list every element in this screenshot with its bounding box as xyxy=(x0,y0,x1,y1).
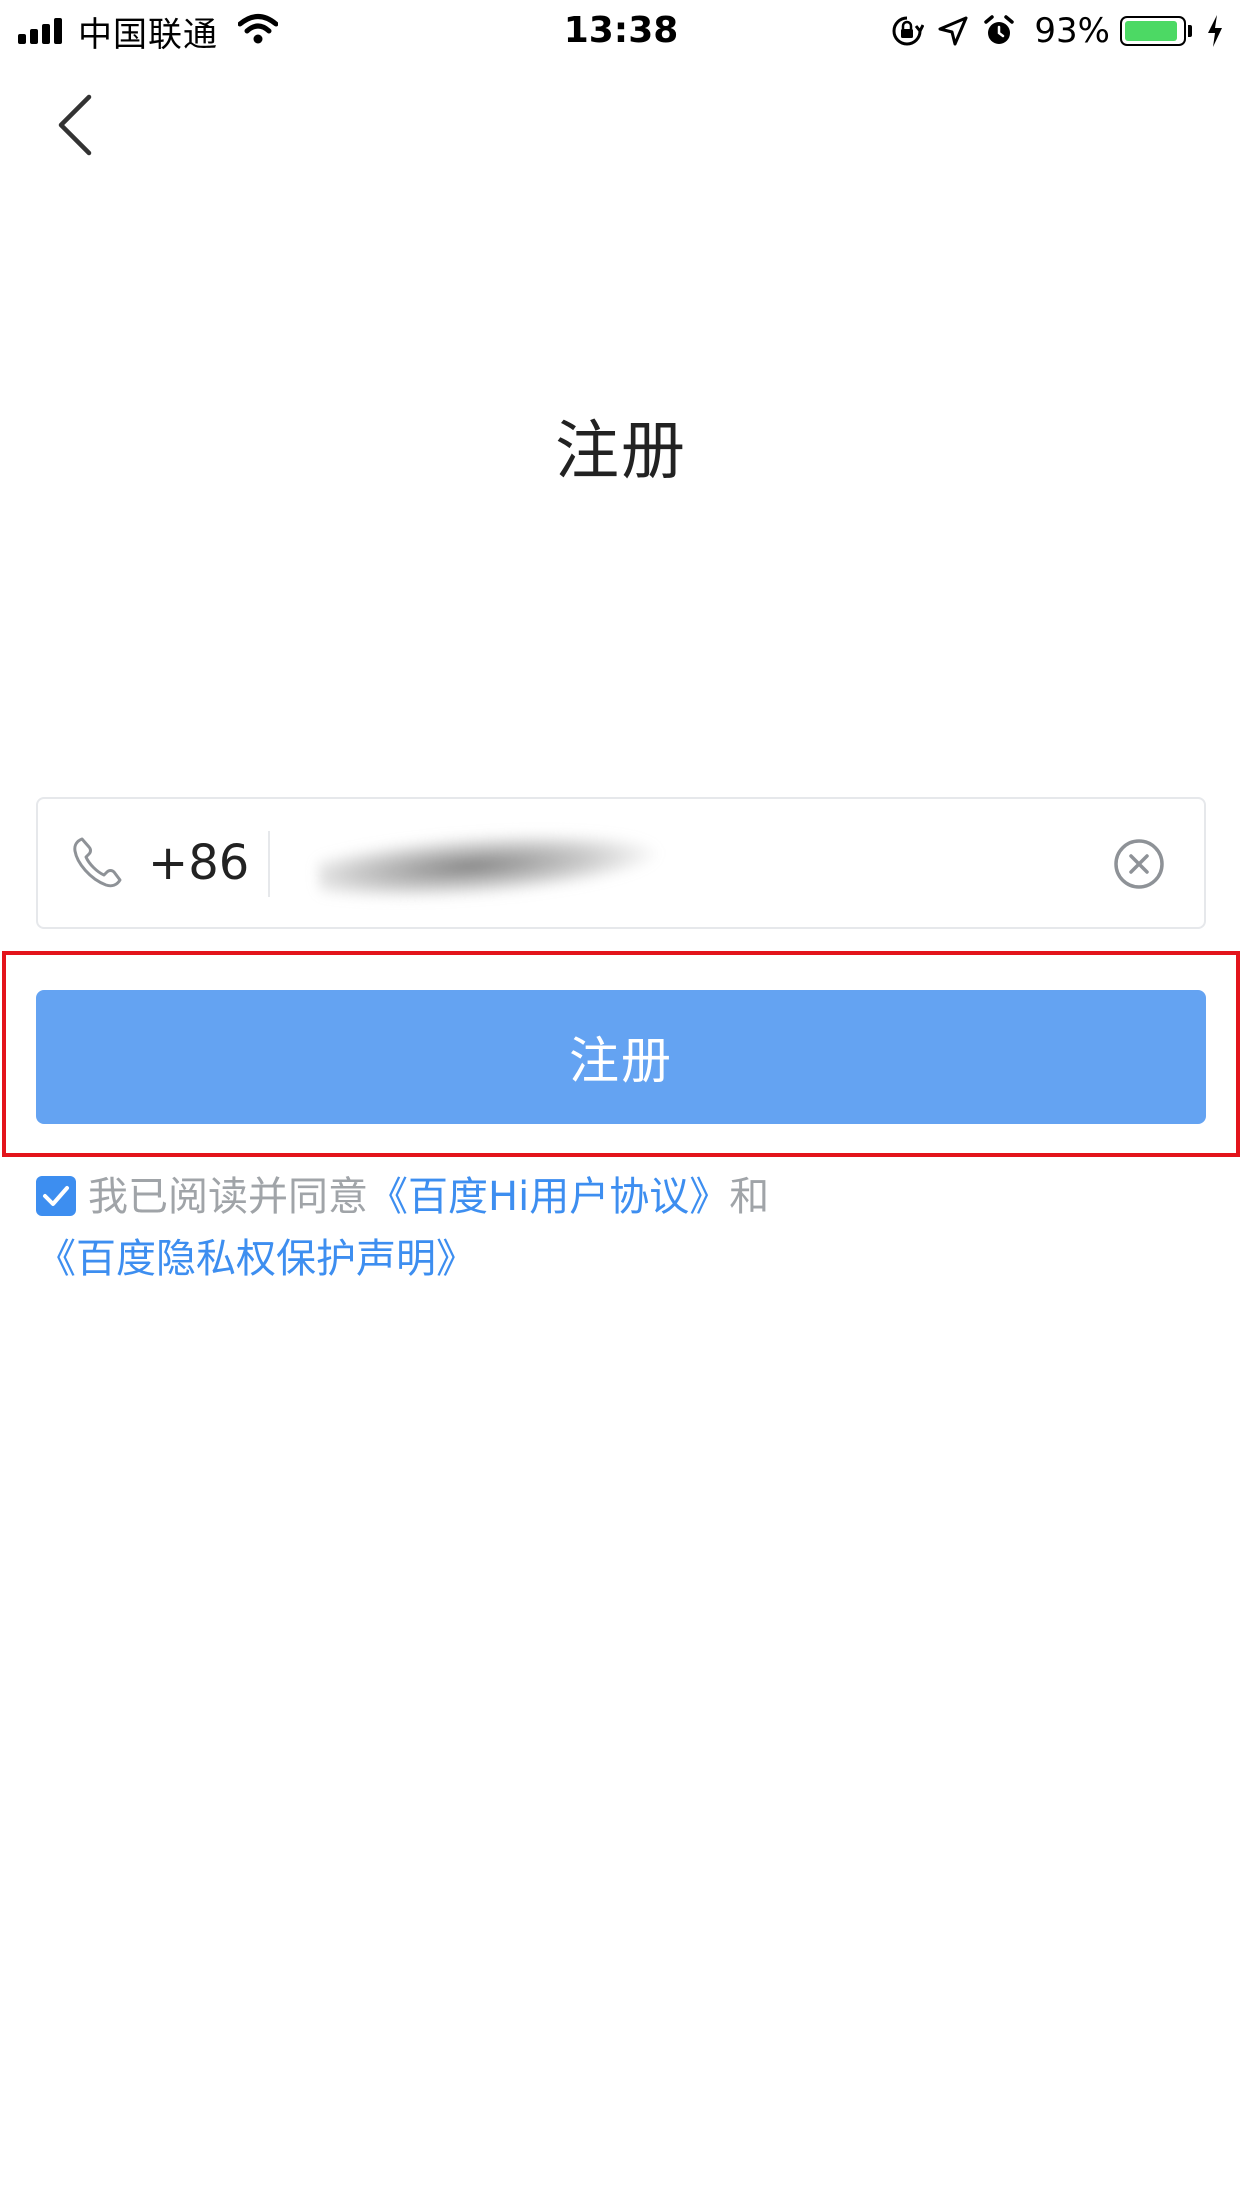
privacy-statement-link[interactable]: 《百度隐私权保护声明》 xyxy=(36,1236,476,1282)
location-icon xyxy=(938,16,968,46)
chevron-left-icon xyxy=(58,94,92,156)
agreement-checkbox[interactable] xyxy=(36,1176,76,1216)
phone-icon xyxy=(73,837,122,888)
user-agreement-link[interactable]: 《百度Hi用户协议》 xyxy=(368,1174,729,1220)
check-icon xyxy=(43,1186,69,1206)
battery-percent: 93% xyxy=(1034,11,1110,51)
battery-level xyxy=(1125,21,1178,41)
phone-input-field[interactable]: +86 xyxy=(36,797,1206,929)
input-divider xyxy=(268,831,270,897)
country-code[interactable]: +86 xyxy=(148,799,249,927)
status-bar-right: 93% xyxy=(876,8,1224,54)
register-button[interactable]: 注册 xyxy=(36,990,1206,1124)
rotation-lock-icon xyxy=(890,14,925,48)
alarm-icon xyxy=(982,14,1016,48)
back-button[interactable] xyxy=(40,90,110,160)
page-title: 注册 xyxy=(555,415,687,489)
clear-circle-icon[interactable] xyxy=(1112,837,1166,891)
agreement-text: 我已阅读并同意《百度Hi用户协议》和《百度隐私权保护声明》 xyxy=(36,1166,1206,1290)
charging-icon xyxy=(1206,14,1224,48)
status-bar: 中国联通 13:38 93% xyxy=(0,0,1242,62)
battery-cap xyxy=(1188,25,1192,37)
agreement-prefix: 我已阅读并同意 xyxy=(88,1174,368,1220)
battery-icon xyxy=(1120,16,1186,46)
agreement-conjunction: 和 xyxy=(729,1174,770,1220)
